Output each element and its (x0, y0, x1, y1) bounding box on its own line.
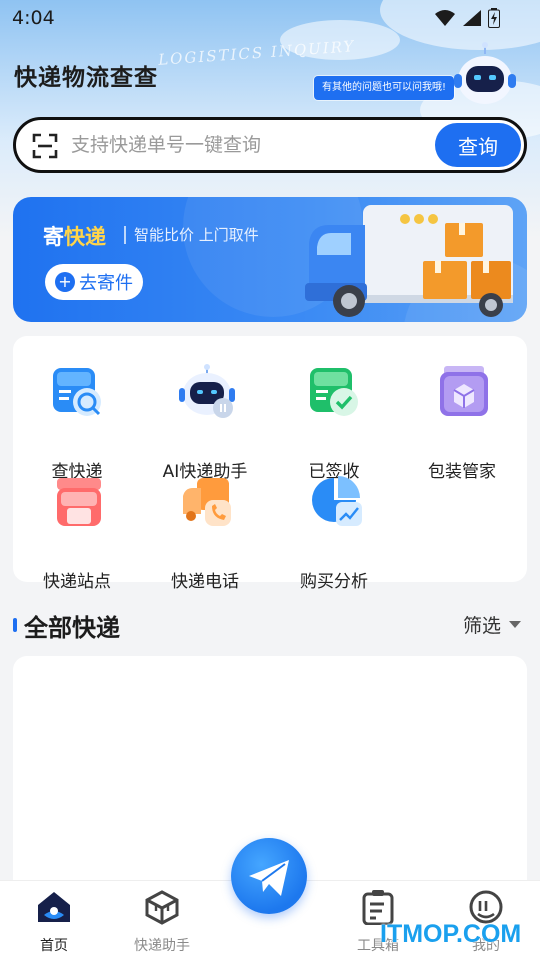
robot-tip-bubble[interactable]: 有其他的问题也可以问我哦! (314, 76, 455, 100)
feature-label: 快递站点 (43, 572, 111, 592)
send-fab-button[interactable] (231, 838, 307, 914)
nav-label: 首页 (40, 938, 68, 954)
pie-chart-icon (312, 476, 362, 526)
status-icons (434, 8, 500, 28)
checkmark-icon (310, 368, 358, 416)
filter-dropdown[interactable]: 筛选 (463, 611, 522, 638)
paper-plane-icon (249, 860, 289, 896)
feature-signed[interactable]: 已签收 (270, 364, 398, 482)
banner-title: 寄快递 (43, 221, 106, 251)
battery-icon (488, 8, 500, 28)
section-title: 全部快递 (24, 614, 120, 642)
feature-purchase-analysis[interactable]: 购买分析 (270, 474, 398, 592)
shop-icon (57, 478, 101, 526)
section-accent-bar (13, 618, 17, 632)
feature-grid: 查快递 AI快递助手 已签收 包装管家 快递站点 快递电话 购买分析 (13, 336, 527, 592)
nav-label: 快递助手 (134, 938, 190, 954)
feature-packaging[interactable]: 包装管家 (398, 364, 526, 482)
feature-label: 快递电话 (171, 572, 239, 592)
plus-icon: + (55, 272, 75, 292)
banner-title-prefix: 寄 (43, 225, 64, 249)
robot-icon (179, 364, 235, 418)
banner-divider (124, 226, 126, 244)
caret-down-icon (509, 621, 522, 628)
signal-icon (463, 10, 481, 26)
page-title: 快递物流查查 (14, 65, 158, 91)
status-bar: 4:04 (0, 0, 540, 36)
status-time: 4:04 (12, 7, 55, 29)
filter-label: 筛选 (463, 615, 502, 637)
wifi-icon (435, 10, 455, 26)
send-package-label: 去寄件 (79, 273, 133, 294)
feature-ai-assistant[interactable]: AI快递助手 (141, 364, 269, 482)
send-package-banner[interactable]: 寄快递 智能比价 上门取件 + 去寄件 (13, 197, 527, 322)
nav-item-home[interactable]: 首页 (4, 881, 104, 960)
robot-assistant-icon[interactable] (452, 42, 518, 108)
box-stack-icon (440, 366, 488, 416)
feature-stations[interactable]: 快递站点 (13, 474, 141, 592)
banner-title-highlight: 快递 (64, 225, 106, 249)
search-button[interactable]: 查询 (435, 123, 521, 167)
feature-label: 包装管家 (428, 462, 496, 482)
feature-track-package[interactable]: 查快递 (13, 364, 141, 482)
tracking-number-input[interactable] (71, 130, 431, 160)
scan-icon[interactable] (32, 133, 58, 159)
delivery-truck-icon (305, 205, 513, 317)
phone-truck-icon (183, 478, 231, 526)
site-watermark: ITMOP.COM (380, 920, 522, 948)
feature-label: 购买分析 (300, 572, 368, 592)
home-icon (38, 892, 70, 922)
nav-item-assistant[interactable]: 快递助手 (112, 881, 212, 960)
search-bar: 查询 (13, 117, 527, 173)
send-package-button[interactable]: + 去寄件 (45, 264, 143, 300)
package-search-icon (53, 368, 101, 416)
feature-phone[interactable]: 快递电话 (141, 474, 269, 592)
banner-subtitle: 智能比价 上门取件 (134, 226, 259, 244)
cube-icon (145, 890, 179, 925)
